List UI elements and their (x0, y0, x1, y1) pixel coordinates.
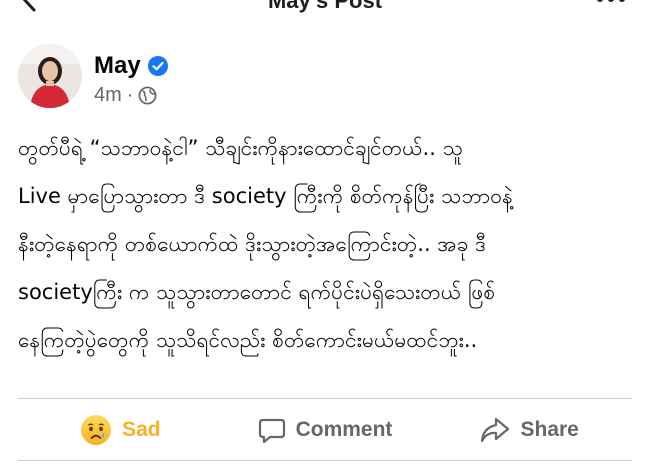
page-title: May's Post (267, 0, 383, 13)
post-text-line: societyကြီး က သူသွားတာတောင် ရက်ပိုင်းပဲရ… (18, 280, 496, 304)
sad-emoji-icon (81, 415, 112, 445)
comment-icon (258, 418, 285, 444)
globe-icon (139, 86, 157, 105)
comment-label: Comment (295, 418, 393, 441)
reaction-button[interactable]: Sad (18, 402, 223, 458)
verified-badge-icon (147, 56, 168, 76)
avatar[interactable] (18, 44, 82, 108)
post-text-line: Live မှာပြောသွားတာ ဒီ society ကြီးကို စိ… (18, 184, 513, 208)
share-button[interactable]: Share (427, 402, 632, 458)
post-body: တွတ်ပီရဲ့ “သဘာဝနဲ့ငါ” သီချင်းကိုနားထောင်… (18, 124, 633, 364)
top-bar: May's Post (0, 0, 650, 20)
more-icon[interactable] (596, 0, 626, 6)
post-text-line: တွတ်ပီရဲ့ “သဘာဝနဲ့ငါ” သီချင်းကိုနားထောင်… (18, 136, 463, 160)
post-text-line: နေကြတဲ့ပွဲတွေကို သူသိရင်လည်း စိတ်ကောင်းမ… (18, 328, 478, 352)
meta-separator: · (126, 84, 134, 106)
post-text-line: နီးတဲ့နေရာကို တစ်ယောက်ထဲ ဒိုးသွားတဲ့အကြေ… (18, 232, 487, 256)
post-time[interactable]: 4m (94, 84, 122, 107)
share-label: Share (520, 418, 579, 441)
divider (18, 460, 632, 461)
action-bar: Sad Comment Share (18, 402, 632, 458)
divider (18, 398, 632, 399)
comment-button[interactable]: Comment (223, 402, 428, 458)
share-icon (481, 417, 510, 443)
author-name[interactable]: May (94, 52, 141, 80)
post-header: May 4m · (18, 44, 618, 110)
reaction-label: Sad (122, 418, 161, 441)
